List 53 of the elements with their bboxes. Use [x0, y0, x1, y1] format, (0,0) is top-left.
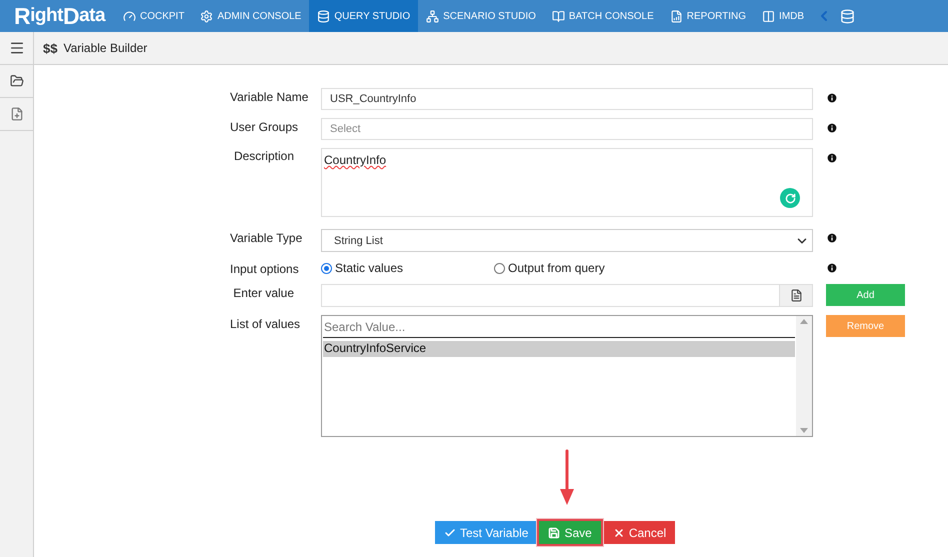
field-label: Description	[232, 148, 295, 165]
nav-tab[interactable]: IMDB	[754, 0, 812, 32]
radio-label: Output from query	[508, 261, 605, 275]
text-field[interactable]: Select	[321, 118, 813, 140]
field-label: List of values	[230, 316, 302, 333]
nav-tab[interactable]: SCENARIO STUDIO	[418, 0, 544, 32]
radio-button[interactable]	[494, 262, 505, 274]
description-field[interactable]: CountryInfo	[321, 148, 813, 217]
test-button[interactable]: Test Variable	[435, 521, 538, 544]
nav-tab[interactable]: BATCH CONSOLE	[544, 0, 662, 32]
remove-button[interactable]: Remove	[826, 315, 905, 337]
arrow-annotation	[560, 449, 574, 507]
report-icon	[670, 10, 683, 22]
book-icon	[552, 10, 565, 22]
columns-icon	[762, 10, 776, 22]
field-label: Variable Name	[230, 89, 310, 106]
nav-tab[interactable]: COCKPIT	[115, 0, 192, 32]
nav-tab[interactable]: QUERY STUDIO	[309, 0, 418, 32]
info-icon[interactable]	[826, 262, 838, 274]
type-dropdown[interactable]: String List	[321, 229, 813, 252]
database-icon	[317, 10, 330, 22]
save-button[interactable]: Save	[539, 521, 601, 544]
scrollbar[interactable]	[796, 316, 812, 436]
list-item[interactable]: CountryInfoService	[323, 341, 795, 357]
values-listbox[interactable]: Search Value... CountryInfoService	[321, 315, 813, 437]
info-icon[interactable]	[826, 232, 838, 244]
radio-option[interactable]: Output from query	[494, 261, 667, 275]
logo: RightData	[13, 2, 107, 30]
check-icon	[444, 526, 456, 538]
radio-option[interactable]: Static values	[321, 261, 494, 275]
info-icon[interactable]	[826, 152, 838, 164]
file-icon[interactable]	[779, 285, 812, 306]
close-icon	[612, 526, 625, 538]
text-field[interactable]: USR_CountryInfo	[321, 88, 813, 110]
info-icon[interactable]	[826, 92, 838, 104]
header-symbol: $$	[43, 40, 58, 56]
nav-tab[interactable]: ADMIN CONSOLE	[192, 0, 310, 32]
field-label: Variable Type	[230, 230, 304, 247]
field-label: User Groups	[230, 119, 300, 136]
nav-tab[interactable]: REPORTING	[662, 0, 754, 32]
gauge-icon	[123, 10, 136, 22]
page-title: Variable Builder	[63, 41, 148, 55]
field-label: Input options	[230, 261, 300, 276]
save-icon	[548, 526, 560, 538]
radio-button[interactable]	[321, 262, 332, 274]
field-label: Enter value	[232, 285, 295, 302]
cancel-button[interactable]: Cancel	[604, 521, 676, 544]
radio-label: Static values	[335, 261, 404, 275]
info-icon[interactable]	[826, 122, 838, 134]
value-field[interactable]	[321, 284, 813, 307]
network-icon	[426, 10, 440, 22]
add-button[interactable]: Add	[826, 284, 905, 306]
gear-icon	[200, 10, 214, 22]
